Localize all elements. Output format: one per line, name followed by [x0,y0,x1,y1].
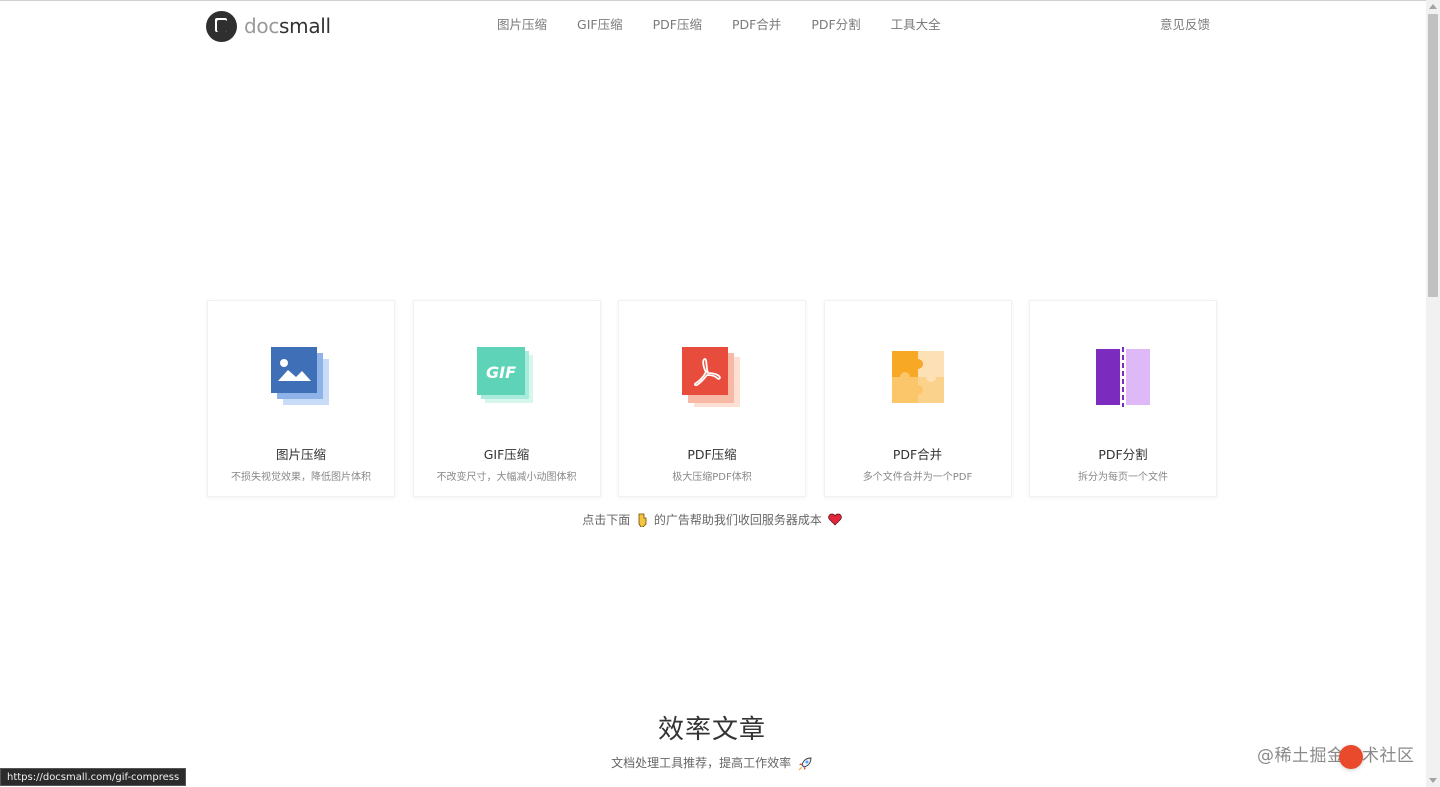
gif-icon: GIF [476,347,533,403]
main-nav: 图片压缩 GIF压缩 PDF压缩 PDF合并 PDF分割 工具大全 [497,16,971,34]
articles-title: 效率文章 [657,715,766,745]
window-top-border [0,0,1440,1]
puzzle-icon [891,351,944,403]
tool-card-title: PDF压缩 [687,447,737,462]
tool-card-pdf-merge[interactable]: PDF合并 多个文件合并为一个PDF [823,300,1012,497]
tool-card-gif-compress[interactable]: GIF GIF压缩 不改变尺寸，大幅减小动图体积 [412,300,601,497]
tool-card-pdf-split[interactable]: PDF分割 拆分为每页一个文件 [1029,300,1217,497]
articles-subtitle: 文档处理工具推荐，提高工作效率 [0,754,1424,772]
ad-note-before: 点击下面 [582,513,631,527]
watermark-text: @稀土掘金技术社区 [1257,746,1415,766]
logo-text: docsmall [244,10,331,42]
pointing-down-hand-icon [638,513,647,527]
status-bar-url: https://docsmall.com/gif-compress [0,768,187,786]
tool-card-desc: 多个文件合并为一个PDF [862,472,973,483]
logo-text-small: small [279,14,331,38]
image-icon [271,347,329,405]
nav-pdf-merge[interactable]: PDF合并 [732,16,781,34]
tool-card-image-compress[interactable]: 图片压缩 不损失视觉效果，降低图片体积 [207,300,395,497]
tool-card-desc: 拆分为每页一个文件 [1078,472,1168,483]
floating-action-button[interactable] [1339,745,1363,769]
ad-note-after: 的广告帮助我们收回服务器成本 [653,513,822,527]
scrollbar-thumb[interactable] [1428,14,1438,297]
ad-note: 点击下面 的广告帮助我们收回服务器成本 [0,511,1424,528]
nav-gif-compress[interactable]: GIF压缩 [577,16,623,34]
vertical-scrollbar[interactable] [1426,0,1440,787]
tool-card-title: PDF合并 [892,447,943,462]
pdf-icon [682,347,740,407]
logo[interactable]: docsmall [206,10,331,42]
tool-cards: 图片压缩 不损失视觉效果，降低图片体积 GIF GIF压缩 不改变尺寸，大幅减小… [207,300,1217,497]
tool-card-desc: 不损失视觉效果，降低图片体积 [231,472,371,483]
scroll-up-arrow-icon[interactable] [1429,4,1437,9]
scroll-down-arrow-icon[interactable] [1429,778,1437,783]
tool-card-title: 图片压缩 [275,447,326,462]
nav-pdf-split[interactable]: PDF分割 [811,16,860,34]
tool-card-title: GIF压缩 [483,447,530,462]
articles-subtitle-text: 文档处理工具推荐，提高工作效率 [611,756,792,770]
logo-text-doc: doc [244,14,280,38]
nav-pdf-compress[interactable]: PDF压缩 [653,16,702,34]
nav-all-tools[interactable]: 工具大全 [891,16,941,34]
heart-icon [828,513,842,526]
tool-card-title: PDF分割 [1098,447,1148,462]
tool-card-pdf-compress[interactable]: PDF压缩 极大压缩PDF体积 [618,300,806,497]
tool-card-desc: 不改变尺寸，大幅减小动图体积 [436,472,577,483]
rocket-icon [798,757,812,770]
feedback-link[interactable]: 意见反馈 [1160,16,1210,34]
nav-image-compress[interactable]: 图片压缩 [497,16,547,34]
gif-icon-label: GIF [485,363,515,382]
logo-mark-icon [206,10,237,42]
tool-card-desc: 极大压缩PDF体积 [672,472,752,483]
split-icon [1096,347,1150,407]
